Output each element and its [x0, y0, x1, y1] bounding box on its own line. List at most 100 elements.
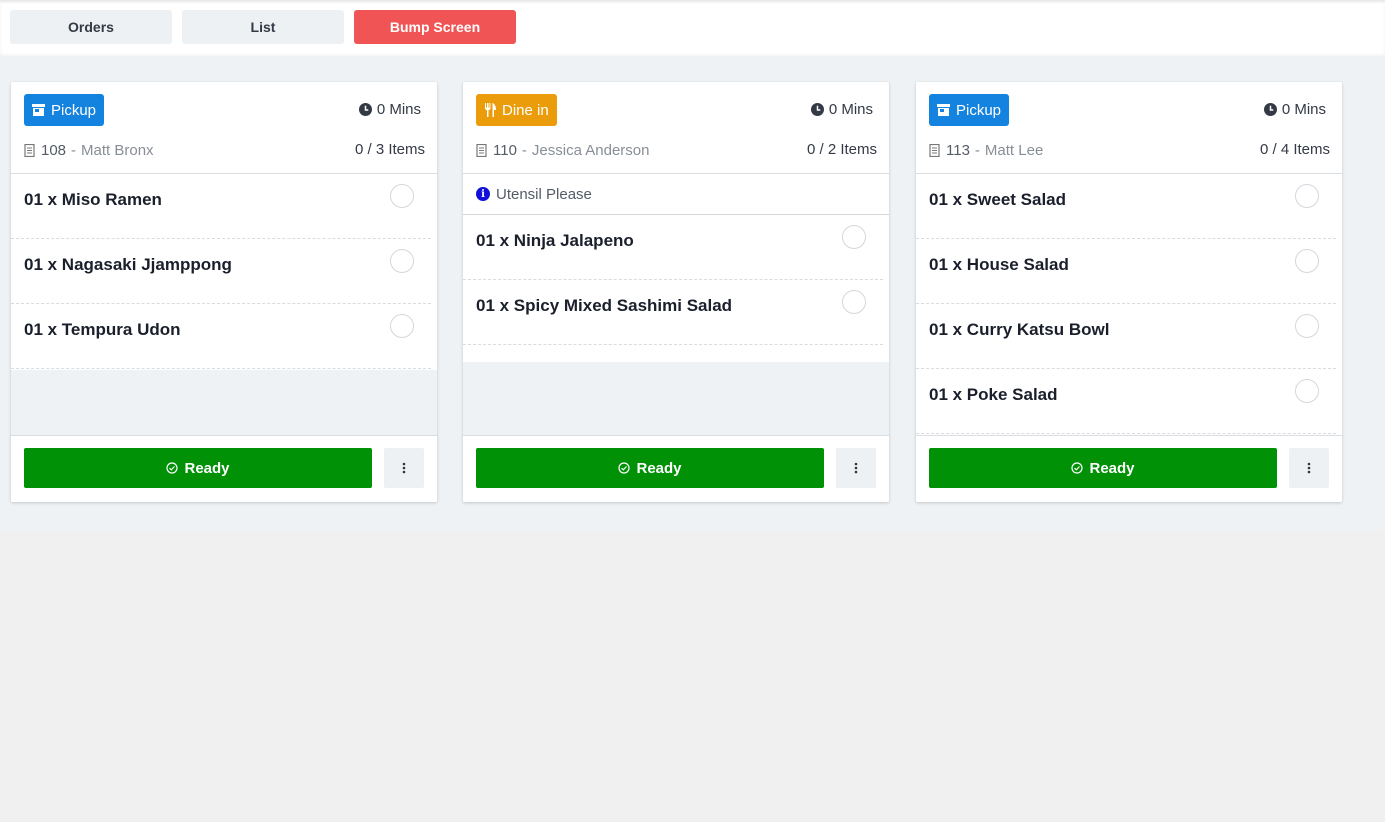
item-checkbox[interactable] [390, 314, 414, 338]
clock-icon [810, 103, 824, 116]
customer-name: Jessica Anderson [531, 141, 650, 159]
items-count: 0 / 2 Items [806, 141, 877, 158]
list-item[interactable]: 01 x Sweet Salad [916, 174, 1336, 239]
store-icon [937, 104, 950, 116]
order-timer: 0 Mins [1263, 101, 1326, 118]
customer-name: Matt Lee [984, 141, 1044, 159]
order-note: i Utensil Please [463, 174, 889, 215]
item-checkbox[interactable] [1295, 249, 1319, 273]
card-footer: Ready [916, 435, 1342, 502]
empty-area [11, 370, 437, 435]
clock-icon [358, 103, 372, 116]
item-label: 01 x Curry Katsu Bowl [929, 320, 1110, 339]
ready-button[interactable]: Ready [929, 448, 1277, 488]
order-type-badge: Dine in [476, 94, 557, 126]
order-card: Pickup 0 Mins 108 - Matt Bronx 0 / 3 Ite… [11, 82, 437, 502]
order-type-label: Pickup [956, 101, 1002, 119]
check-circle-icon [618, 462, 631, 474]
info-icon: i [476, 187, 490, 201]
item-label: 01 x Tempura Udon [24, 320, 181, 339]
order-number: 108 [41, 141, 67, 159]
check-circle-icon [166, 462, 179, 474]
timer-value: 0 Mins [828, 101, 873, 118]
card-header: Dine in 0 Mins 110 - Jessica Anderson 0 … [463, 82, 889, 174]
tab-list[interactable]: List [182, 10, 344, 44]
items-count: 0 / 3 Items [354, 141, 425, 158]
ready-label: Ready [1089, 459, 1135, 477]
customer-name: Matt Bronx [81, 141, 154, 159]
item-checkbox[interactable] [1295, 184, 1319, 208]
list-item[interactable]: 01 x House Salad [916, 239, 1336, 304]
order-timer: 0 Mins [810, 101, 873, 118]
item-checkbox[interactable] [1295, 314, 1319, 338]
item-label: 01 x Poke Salad [929, 385, 1058, 404]
tab-bump-screen[interactable]: Bump Screen [354, 10, 516, 44]
order-timer: 0 Mins [358, 101, 421, 118]
check-circle-icon [1071, 462, 1084, 474]
list-item[interactable]: 01 x Curry Katsu Bowl [916, 304, 1336, 369]
timer-value: 0 Mins [376, 101, 421, 118]
more-options-button[interactable] [836, 448, 876, 488]
ready-button[interactable]: Ready [24, 448, 372, 488]
item-list: 01 x Sweet Salad 01 x House Salad 01 x C… [916, 174, 1342, 434]
order-number: 113 [946, 141, 970, 159]
receipt-icon [476, 143, 487, 157]
order-type-badge: Pickup [24, 94, 105, 126]
item-list: 01 x Miso Ramen 01 x Nagasaki Jjamppong … [11, 174, 437, 369]
order-separator: - [521, 141, 527, 159]
item-checkbox[interactable] [390, 249, 414, 273]
more-vertical-icon [1307, 462, 1311, 474]
order-type-label: Dine in [502, 101, 549, 119]
order-info: 110 - Jessica Anderson [476, 141, 650, 159]
card-header: Pickup 0 Mins 113 - Matt Lee 0 / 4 Items [916, 82, 1342, 174]
item-label: 01 x Miso Ramen [24, 190, 162, 209]
item-checkbox[interactable] [390, 184, 414, 208]
ready-label: Ready [636, 459, 682, 477]
list-item[interactable]: 01 x Spicy Mixed Sashimi Salad [463, 280, 883, 345]
tab-orders[interactable]: Orders [10, 10, 172, 44]
more-options-button[interactable] [1289, 448, 1329, 488]
order-info: 113 - Matt Lee [929, 141, 1043, 159]
item-label: 01 x Sweet Salad [929, 190, 1067, 209]
order-separator: - [71, 141, 77, 159]
card-header: Pickup 0 Mins 108 - Matt Bronx 0 / 3 Ite… [11, 82, 437, 174]
item-list: i Utensil Please 01 x Ninja Jalapeno 01 … [463, 174, 889, 345]
toolbar-shadow [0, 0, 1385, 4]
utensils-icon [485, 103, 496, 117]
list-item[interactable]: 01 x Tempura Udon [11, 304, 431, 369]
card-footer: Ready [463, 435, 889, 502]
receipt-icon [24, 143, 35, 157]
ready-button[interactable]: Ready [476, 448, 824, 488]
item-label: 01 x House Salad [929, 255, 1069, 274]
order-card: Dine in 0 Mins 110 - Jessica Anderson 0 … [463, 82, 889, 502]
item-label: 01 x Nagasaki Jjamppong [24, 255, 232, 274]
more-vertical-icon [402, 462, 406, 474]
order-number: 110 [493, 141, 517, 159]
list-item[interactable]: 01 x Nagasaki Jjamppong [11, 239, 431, 304]
order-card: Pickup 0 Mins 113 - Matt Lee 0 / 4 Items… [916, 82, 1342, 502]
item-label: 01 x Ninja Jalapeno [476, 231, 634, 250]
order-type-label: Pickup [51, 101, 97, 119]
receipt-icon [929, 143, 940, 157]
list-item[interactable]: 01 x Miso Ramen [11, 174, 431, 239]
clock-icon [1263, 103, 1277, 116]
list-item[interactable]: 01 x Poke Salad [916, 369, 1336, 434]
ready-label: Ready [184, 459, 230, 477]
item-checkbox[interactable] [1295, 379, 1319, 403]
more-vertical-icon [854, 462, 858, 474]
list-item[interactable]: 01 x Ninja Jalapeno [463, 215, 883, 280]
items-count: 0 / 4 Items [1259, 141, 1330, 158]
store-icon [32, 104, 45, 116]
item-checkbox[interactable] [842, 225, 866, 249]
note-text: Utensil Please [496, 185, 592, 203]
timer-value: 0 Mins [1281, 101, 1326, 118]
item-label: 01 x Spicy Mixed Sashimi Salad [476, 296, 733, 315]
order-info: 108 - Matt Bronx [24, 141, 154, 159]
item-checkbox[interactable] [842, 290, 866, 314]
card-footer: Ready [11, 435, 437, 502]
order-type-badge: Pickup [929, 94, 1010, 126]
top-toolbar: Orders List Bump Screen [0, 0, 1385, 56]
order-separator: - [974, 141, 980, 159]
empty-area [463, 362, 889, 435]
more-options-button[interactable] [384, 448, 424, 488]
